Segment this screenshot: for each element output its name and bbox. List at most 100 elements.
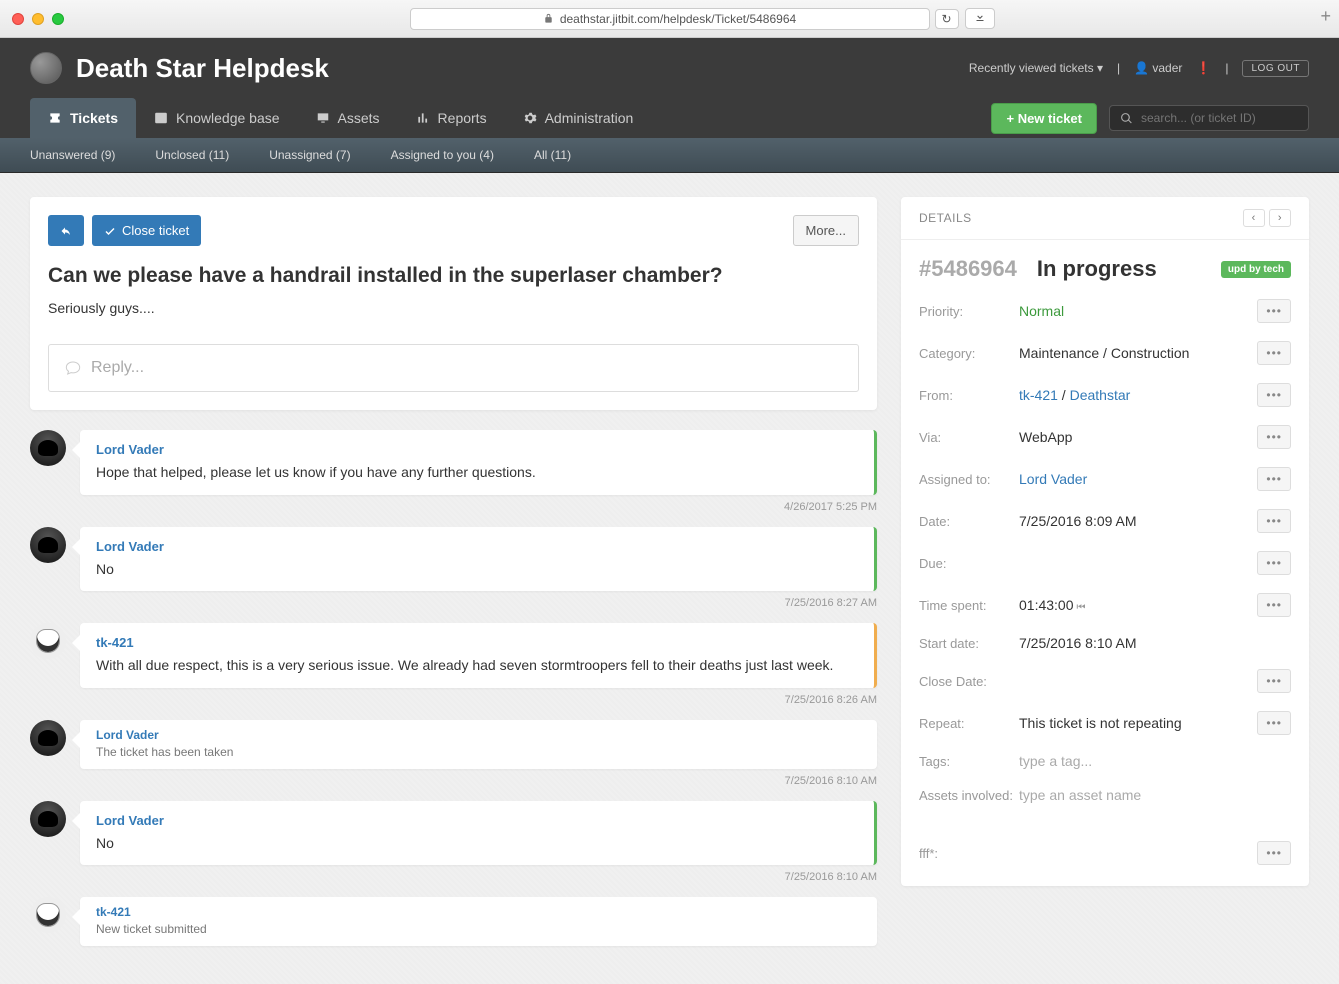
prev-ticket-button[interactable]: ‹ xyxy=(1243,209,1265,227)
close-ticket-button[interactable]: Close ticket xyxy=(92,215,201,246)
comment-text: The ticket has been taken xyxy=(96,744,861,761)
reply-input[interactable]: Reply... xyxy=(48,344,859,392)
comment-author[interactable]: Lord Vader xyxy=(96,442,858,457)
comment-author[interactable]: Lord Vader xyxy=(96,539,858,554)
next-ticket-button[interactable]: › xyxy=(1269,209,1291,227)
row-date: Date: 7/25/2016 8:09 AM ••• xyxy=(901,500,1309,542)
comment-bubble: Lord Vader The ticket has been taken xyxy=(80,720,877,769)
app-header: Death Star Helpdesk Recently viewed tick… xyxy=(0,38,1339,98)
value-repeat: This ticket is not repeating xyxy=(1019,715,1257,731)
sidebar: DETAILS ‹ › #5486964 In progress upd by … xyxy=(901,197,1309,886)
edit-repeat-button[interactable]: ••• xyxy=(1257,711,1291,735)
row-fff: fff*: ••• xyxy=(901,832,1309,874)
reply-placeholder: Reply... xyxy=(91,359,144,377)
edit-fff-button[interactable]: ••• xyxy=(1257,841,1291,865)
avatar xyxy=(30,430,66,466)
edit-due-button[interactable]: ••• xyxy=(1257,551,1291,575)
filter-unassigned[interactable]: Unassigned (7) xyxy=(269,148,350,162)
comment-text: No xyxy=(96,834,858,854)
tags-input[interactable]: type a tag... xyxy=(1019,753,1291,769)
details-title-row: #5486964 In progress upd by tech xyxy=(901,240,1309,290)
divider: | xyxy=(1117,61,1120,75)
comment-author[interactable]: Lord Vader xyxy=(96,728,861,742)
reload-button[interactable]: ↻ xyxy=(935,9,959,29)
details-header: DETAILS ‹ › xyxy=(901,197,1309,240)
search-icon xyxy=(1120,112,1133,125)
edit-close-button[interactable]: ••• xyxy=(1257,669,1291,693)
minimize-window-icon[interactable] xyxy=(32,13,44,25)
window-controls xyxy=(12,13,64,25)
details-title: DETAILS xyxy=(919,211,972,225)
edit-from-button[interactable]: ••• xyxy=(1257,383,1291,407)
nav-tab-assets[interactable]: Assets xyxy=(298,98,398,138)
edit-category-button[interactable]: ••• xyxy=(1257,341,1291,365)
comment-author[interactable]: Lord Vader xyxy=(96,813,858,828)
ticket-status: In progress xyxy=(1037,256,1157,282)
label-assets: Assets involved: xyxy=(919,788,1019,803)
downloads-button[interactable] xyxy=(965,8,995,29)
close-window-icon[interactable] xyxy=(12,13,24,25)
value-assigned[interactable]: Lord Vader xyxy=(1019,471,1257,487)
more-button[interactable]: More... xyxy=(793,215,859,246)
value-priority: Normal xyxy=(1019,303,1257,319)
user-link[interactable]: 👤 vader xyxy=(1134,61,1182,75)
header-right: Recently viewed tickets ▾ | 👤 vader ❗ | … xyxy=(969,60,1309,77)
value-category: Maintenance / Construction xyxy=(1019,345,1257,361)
comment-row: Lord VaderHope that helped, please let u… xyxy=(30,430,877,495)
new-tab-button[interactable]: + xyxy=(1320,6,1331,27)
filter-all[interactable]: All (11) xyxy=(534,148,571,162)
edit-assigned-button[interactable]: ••• xyxy=(1257,467,1291,491)
comments-list: Lord VaderHope that helped, please let u… xyxy=(30,430,877,946)
edit-time-button[interactable]: ••• xyxy=(1257,593,1291,617)
details-nav: ‹ › xyxy=(1243,209,1291,227)
avatar xyxy=(30,623,66,659)
address-bar[interactable]: deathstar.jitbit.com/helpdesk/Ticket/548… xyxy=(410,8,930,30)
nav-tab-kb[interactable]: Knowledge base xyxy=(136,98,298,138)
comment-timestamp: 7/25/2016 8:10 AM xyxy=(30,871,877,883)
comment-author[interactable]: tk-421 xyxy=(96,905,861,919)
comment-timestamp: 4/26/2017 5:25 PM xyxy=(30,501,877,513)
nav-tab-tickets[interactable]: Tickets xyxy=(30,98,136,138)
edit-via-button[interactable]: ••• xyxy=(1257,425,1291,449)
nav-tab-reports[interactable]: Reports xyxy=(398,98,505,138)
avatar xyxy=(30,527,66,563)
value-from: tk-421 / Deathstar xyxy=(1019,387,1257,403)
edit-priority-button[interactable]: ••• xyxy=(1257,299,1291,323)
filter-unanswered[interactable]: Unanswered (9) xyxy=(30,148,115,162)
row-assets: Assets involved: type an asset name xyxy=(901,778,1309,812)
time-reset-icon[interactable]: ⏮ xyxy=(1077,602,1086,613)
assets-input[interactable]: type an asset name xyxy=(1019,787,1291,803)
comment-bubble: tk-421 With all due respect, this is a ve… xyxy=(80,623,877,688)
edit-date-button[interactable]: ••• xyxy=(1257,509,1291,533)
label-via: Via: xyxy=(919,430,1019,445)
warning-icon[interactable]: ❗ xyxy=(1196,61,1211,75)
filter-assigned[interactable]: Assigned to you (4) xyxy=(391,148,494,162)
new-ticket-button[interactable]: + New ticket xyxy=(991,103,1097,134)
value-time: 01:43:00⏮ xyxy=(1019,597,1257,613)
nav-tab-admin[interactable]: Administration xyxy=(505,98,652,138)
comment-text: No xyxy=(96,560,858,580)
lock-icon xyxy=(543,13,554,24)
label-repeat: Repeat: xyxy=(919,716,1019,731)
avatar xyxy=(30,897,66,933)
logo-icon xyxy=(30,52,62,84)
row-category: Category: Maintenance / Construction ••• xyxy=(901,332,1309,374)
comment-author[interactable]: tk-421 xyxy=(96,635,858,650)
divider: | xyxy=(1225,61,1228,75)
recently-viewed-link[interactable]: Recently viewed tickets ▾ xyxy=(969,61,1103,75)
search-input[interactable] xyxy=(1141,111,1298,125)
from-org-link[interactable]: Deathstar xyxy=(1070,387,1131,403)
reply-button[interactable] xyxy=(48,215,84,246)
logout-button[interactable]: LOG OUT xyxy=(1242,60,1309,77)
chart-icon xyxy=(416,111,430,125)
search-box[interactable] xyxy=(1109,105,1309,131)
filter-unclosed[interactable]: Unclosed (11) xyxy=(155,148,229,162)
comment-row: Lord Vader No xyxy=(30,801,877,866)
comment-text: With all due respect, this is a very ser… xyxy=(96,656,858,676)
comment-timestamp: 7/25/2016 8:10 AM xyxy=(30,775,877,787)
row-tags: Tags: type a tag... xyxy=(901,744,1309,778)
nav-tabs: Tickets Knowledge base Assets Reports Ad… xyxy=(30,98,651,138)
maximize-window-icon[interactable] xyxy=(52,13,64,25)
brand: Death Star Helpdesk xyxy=(30,52,329,84)
from-user-link[interactable]: tk-421 xyxy=(1019,387,1058,403)
